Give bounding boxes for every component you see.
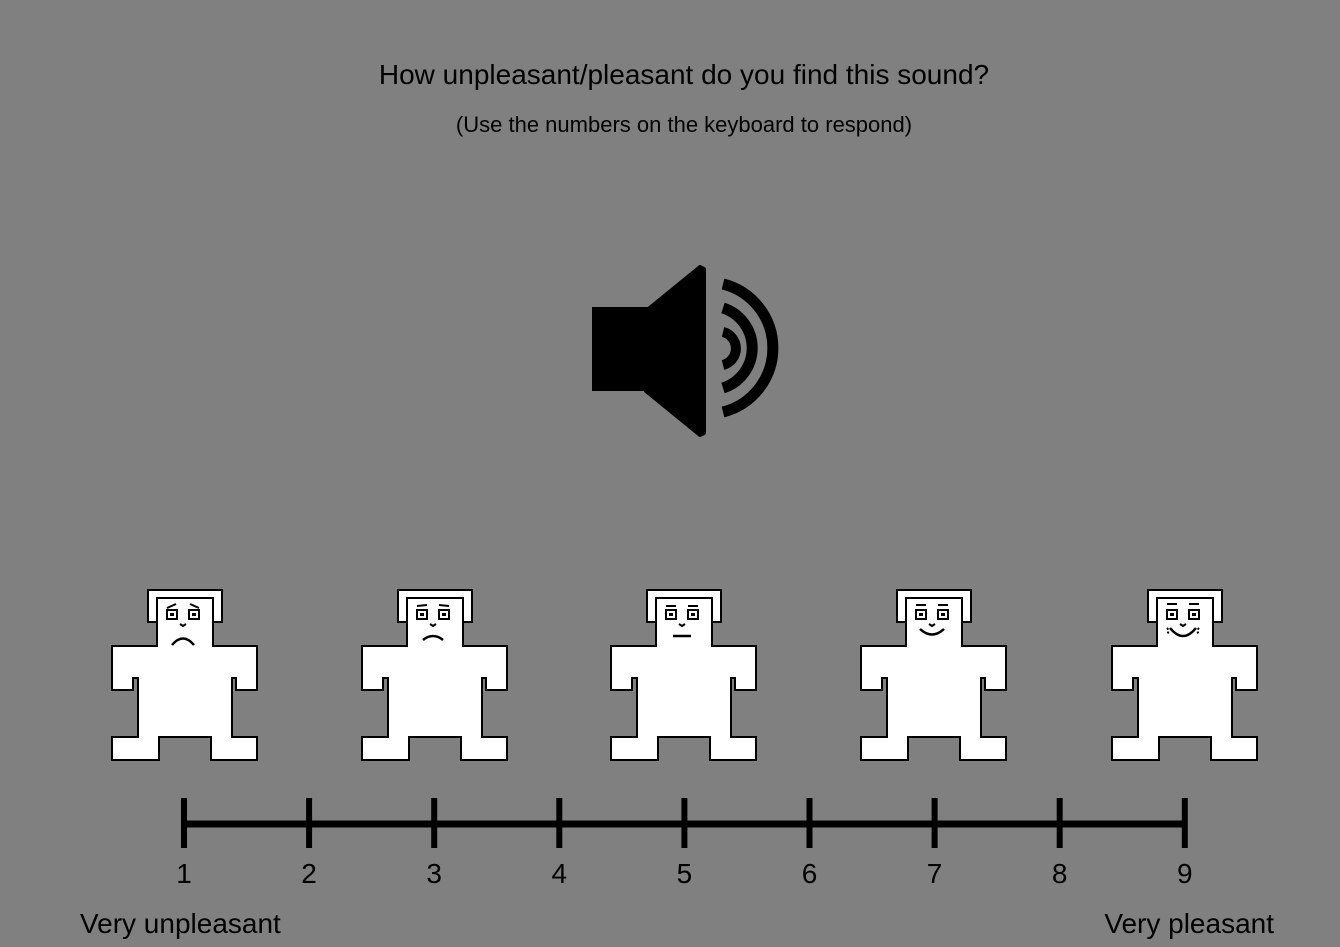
sam-very-unpleasant-icon [111,589,258,761]
speaker-sound-icon [592,265,779,437]
sam-very-pleasant-icon [1111,589,1258,761]
scale-tick-label-9: 9 [1177,858,1193,889]
anchor-label-very-unpleasant: Very unpleasant [80,908,281,939]
sam-unpleasant-icon [361,589,508,761]
scale-tick-label-3: 3 [426,858,442,889]
scale-tick-label-2: 2 [301,858,317,889]
anchor-label-very-pleasant: Very pleasant [1104,908,1274,939]
rating-scale [181,798,1188,848]
scale-tick-labels: 1 2 3 4 5 6 7 8 9 [0,856,1340,892]
instruction-text: (Use the numbers on the keyboard to resp… [455,112,913,137]
scale-tick-label-7: 7 [926,858,943,889]
scale-tick-label-6: 6 [801,858,818,889]
sam-figure-row [0,584,1340,766]
sam-pleasant-icon [860,589,1007,761]
scale-tick-label-5: 5 [676,858,693,889]
question-text: How unpleasant/pleasant do you find this… [378,59,990,90]
scale-tick-label-8: 8 [1051,858,1068,889]
sam-neutral-icon [610,589,757,761]
scale-tick-label-4: 4 [551,858,568,889]
scale-tick-label-1: 1 [176,858,192,889]
